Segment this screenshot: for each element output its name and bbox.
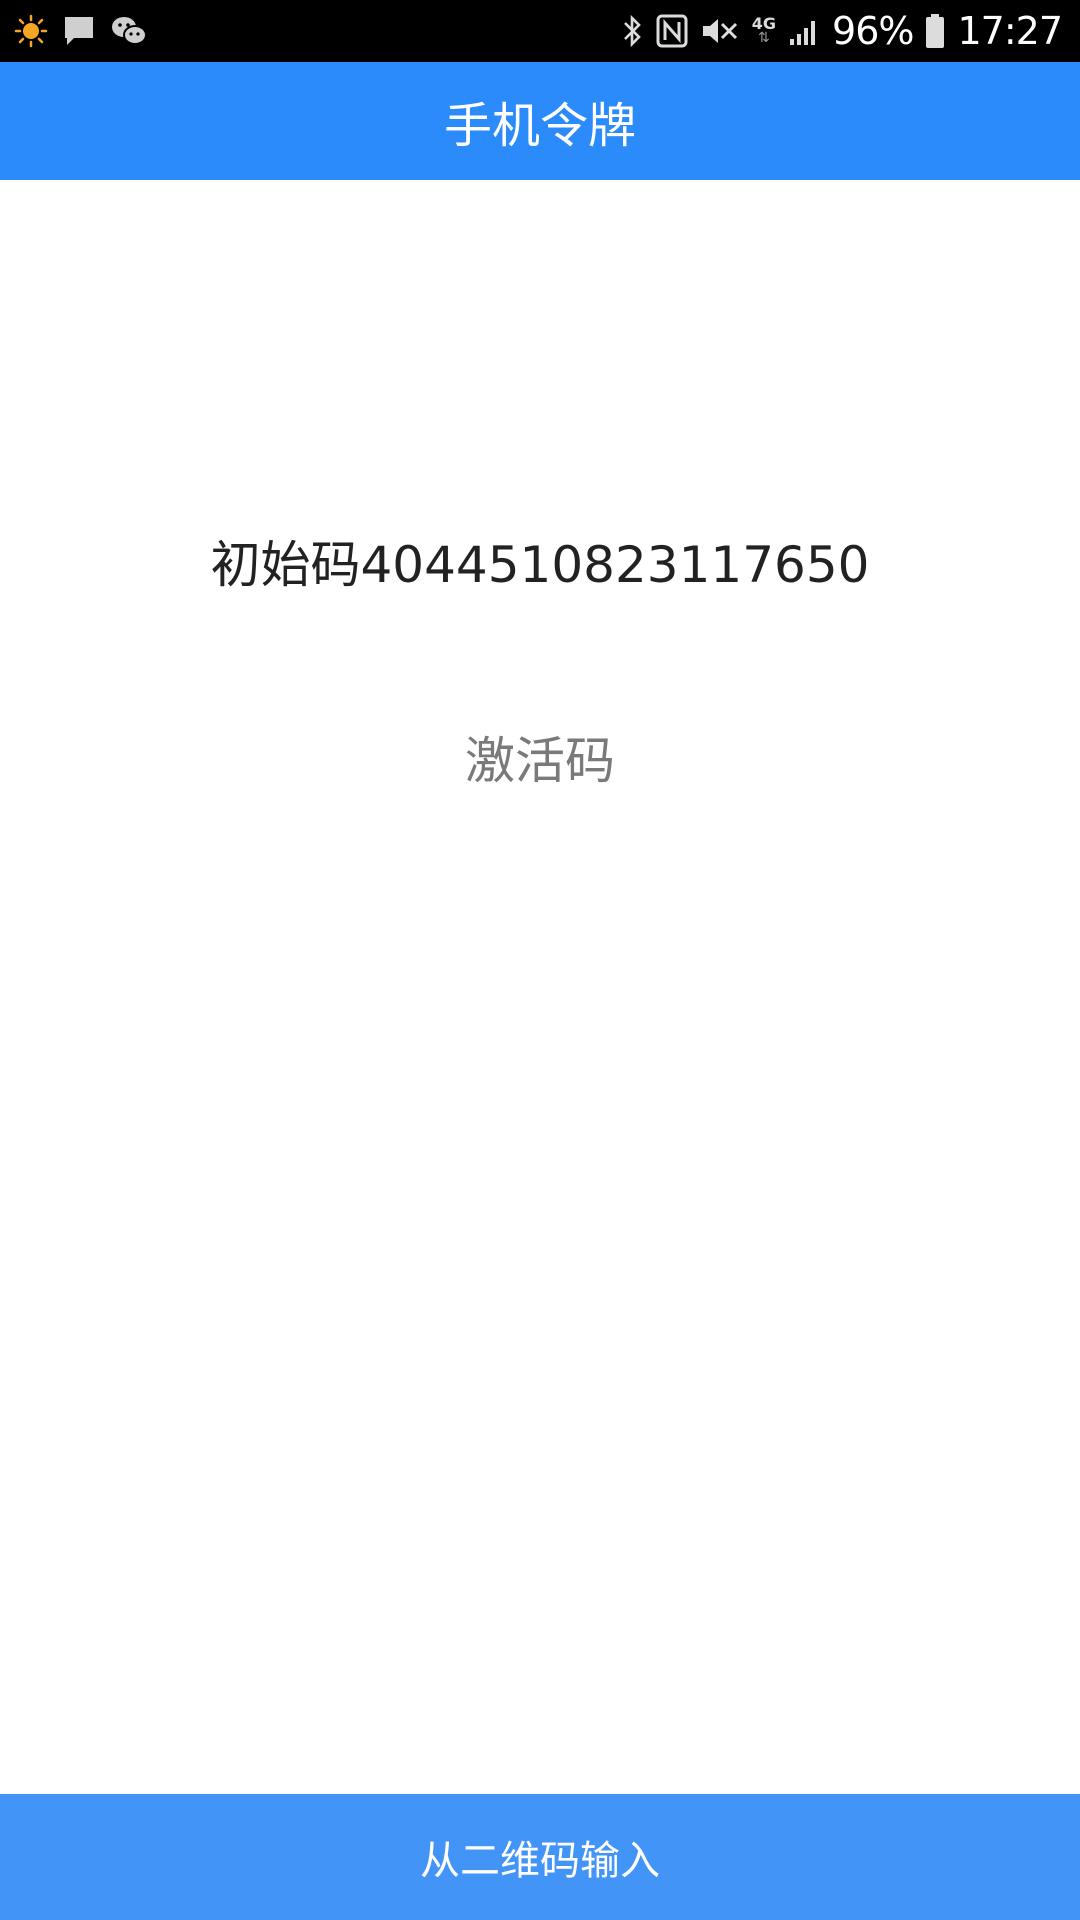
weather-sun-icon (14, 14, 48, 48)
battery-icon (925, 13, 945, 49)
wechat-icon (110, 14, 148, 48)
status-bar: 4G ⇅ 96% 17:27 (0, 0, 1080, 62)
signal-icon (788, 15, 820, 47)
nfc-icon (656, 14, 688, 48)
network-4g-icon: 4G ⇅ (751, 14, 777, 46)
bluetooth-icon (620, 13, 644, 49)
status-time: 17:27 (957, 9, 1063, 53)
message-icon (62, 14, 96, 48)
app-bar: 手机令牌 (0, 62, 1080, 180)
battery-percent: 96% (832, 9, 914, 53)
status-left-icons (14, 10, 148, 52)
vibrate-mute-icon (700, 14, 740, 48)
screen: 4G ⇅ 96% 17:27 手机令牌 初始码4044510823117650 … (0, 0, 1080, 1920)
scan-qr-input-button[interactable]: 从二维码输入 (0, 1794, 1080, 1920)
status-right-icons: 4G ⇅ 96% 17:27 (620, 8, 1063, 54)
page-title: 手机令牌 (443, 98, 636, 154)
scan-qr-input-button-label: 从二维码输入 (420, 1838, 660, 1884)
activation-code-input[interactable] (140, 724, 940, 798)
initial-code-text: 初始码4044510823117650 (210, 536, 870, 594)
